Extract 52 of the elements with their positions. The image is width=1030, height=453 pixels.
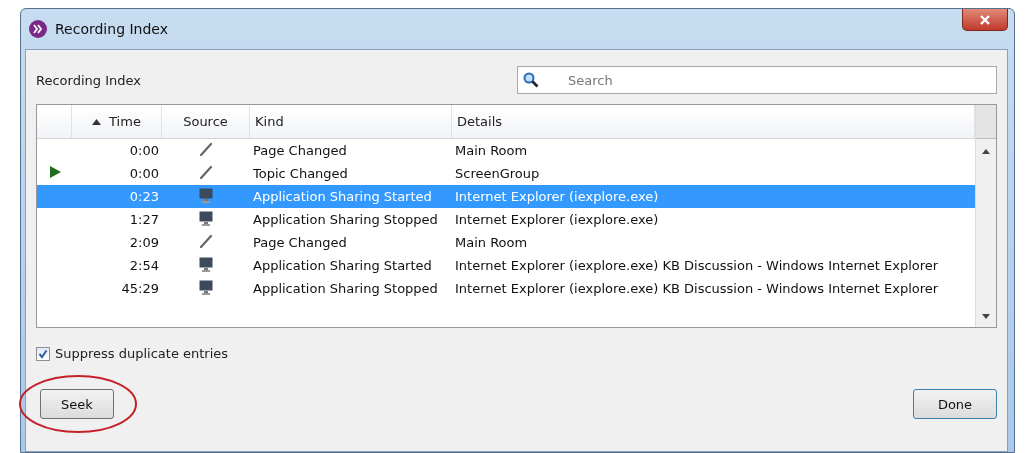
- scrollbar-thumb[interactable]: [976, 105, 996, 139]
- column-header[interactable]: Source: [183, 114, 228, 129]
- table-cell-text: 1:27: [128, 212, 160, 227]
- table-row[interactable]: 45:29 Application Sharing Stopped Internet Explorer (iexplore.exe) KB Discussion - Windows Internet Explorer: [37, 277, 975, 300]
- table-cell-text: 0:23: [128, 189, 160, 204]
- column-header[interactable]: Kind: [255, 114, 284, 129]
- table-cell-text: Main Room: [454, 235, 529, 250]
- pen-icon: [199, 142, 213, 156]
- table-cell-text: Main Room: [454, 143, 529, 158]
- column-header[interactable]: Time: [109, 114, 141, 129]
- pen-icon: [199, 234, 213, 248]
- monitor-icon: [199, 279, 213, 295]
- table-cell-text: Application Sharing Started: [252, 189, 433, 204]
- app-logo-icon: [29, 20, 47, 38]
- panel-label: Recording Index: [36, 72, 141, 88]
- table-cell-text: Application Sharing Started: [252, 258, 433, 273]
- table-cell-text: 2:54: [128, 258, 160, 273]
- table-row[interactable]: 2:09 Page Changed Main Room: [37, 231, 975, 254]
- table-cell-text: Page Changed: [252, 235, 348, 250]
- table-cell-text: Topic Changed: [252, 166, 349, 181]
- done-button[interactable]: Done: [913, 389, 997, 419]
- table-cell-text: Internet Explorer (iexplore.exe) KB Discussion - Windows Internet Explorer: [454, 258, 940, 273]
- table-cell-text: Application Sharing Stopped: [252, 281, 439, 296]
- column-header[interactable]: Details: [457, 114, 503, 129]
- seek-button[interactable]: Seek: [40, 389, 114, 419]
- table-cell-text: Internet Explorer (iexplore.exe): [454, 189, 660, 204]
- scrollbar[interactable]: [975, 105, 996, 327]
- monitor-icon: [199, 210, 213, 226]
- table-row[interactable]: 2:54 Application Sharing Started Internet Explorer (iexplore.exe) KB Discussion - Windows Internet Explorer: [37, 254, 975, 277]
- monitor-icon: [199, 256, 213, 272]
- table-cell-text: Internet Explorer (iexplore.exe): [454, 212, 660, 227]
- table-cell-text: 2:09: [128, 235, 160, 250]
- close-icon: [979, 14, 991, 25]
- checkbox-label: Suppress duplicate entries: [55, 346, 229, 361]
- table-row[interactable]: 1:27 Application Sharing Stopped Internet Explorer (iexplore.exe): [37, 208, 975, 231]
- table-row[interactable]: 0:00 Topic Changed ScreenGroup: [37, 162, 975, 185]
- search-field[interactable]: Search: [517, 66, 997, 94]
- table-cell-text: 45:29: [120, 281, 160, 296]
- scroll-up-icon: [982, 149, 990, 154]
- table-cell-text: Internet Explorer (iexplore.exe) KB Discussion - Windows Internet Explorer: [454, 281, 940, 296]
- scroll-down-icon: [982, 314, 990, 319]
- table-cell-text: 0:00: [128, 143, 160, 158]
- table-row[interactable]: 0:00 Page Changed Main Room: [37, 139, 975, 162]
- table-cell-text: Application Sharing Stopped: [252, 212, 439, 227]
- table-cell-text: ScreenGroup: [454, 166, 541, 181]
- pen-icon: [199, 165, 213, 179]
- window-title: Recording Index: [55, 21, 168, 37]
- table-cell-text: 0:00: [128, 166, 160, 181]
- monitor-icon: [199, 187, 213, 203]
- table-cell-text: Page Changed: [252, 143, 348, 158]
- checkbox[interactable]: [36, 346, 50, 361]
- close-button[interactable]: [962, 9, 1008, 31]
